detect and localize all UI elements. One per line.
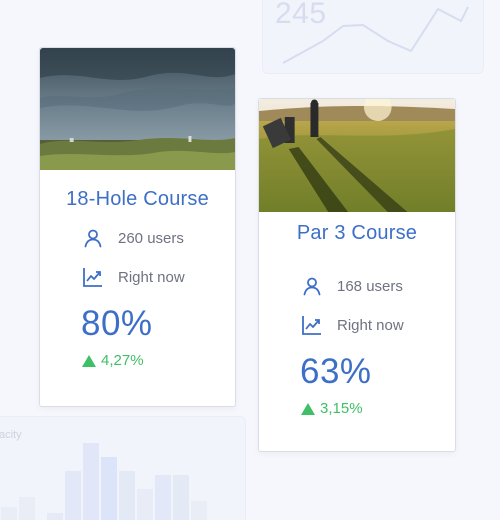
change-indicator: 4,27% [82, 352, 235, 369]
golfers-sunset-image [259, 99, 455, 212]
user-icon [301, 275, 323, 297]
course-card-par-3[interactable]: Par 3 Course 168 users Right now 63% 3,1… [258, 98, 456, 452]
change-value: 4,27% [101, 352, 144, 369]
change-value: 3,15% [320, 400, 363, 417]
course-landscape-image [40, 48, 235, 170]
users-row: 168 users [301, 275, 455, 297]
time-row: Right now [301, 314, 455, 336]
trending-chart-icon [301, 314, 323, 336]
course-title: Par 3 Course [296, 222, 418, 244]
arrow-up-icon [82, 354, 96, 367]
users-row: 260 users [82, 227, 235, 249]
occupancy-percent: 80% [81, 304, 153, 343]
time-label: Right now [337, 316, 404, 334]
course-title: 18-Hole Course [66, 188, 209, 210]
change-indicator: 3,15% [301, 400, 455, 417]
user-icon [82, 227, 104, 249]
users-count: 168 users [337, 277, 403, 295]
course-image [40, 48, 235, 170]
time-label: Right now [118, 268, 185, 286]
background-chart-widget: acity [0, 416, 246, 520]
course-card-18-hole[interactable]: 18-Hole Course 260 users Right now 80% 4… [39, 47, 236, 407]
trending-chart-icon [82, 266, 104, 288]
time-row: Right now [82, 266, 235, 288]
background-bar-chart [1, 443, 207, 520]
occupancy-percent: 63% [300, 352, 372, 391]
course-image [259, 99, 455, 212]
background-stat-widget: 245 [262, 0, 484, 74]
background-sparkline [282, 6, 469, 64]
arrow-up-icon [301, 402, 315, 415]
users-count: 260 users [118, 229, 184, 247]
